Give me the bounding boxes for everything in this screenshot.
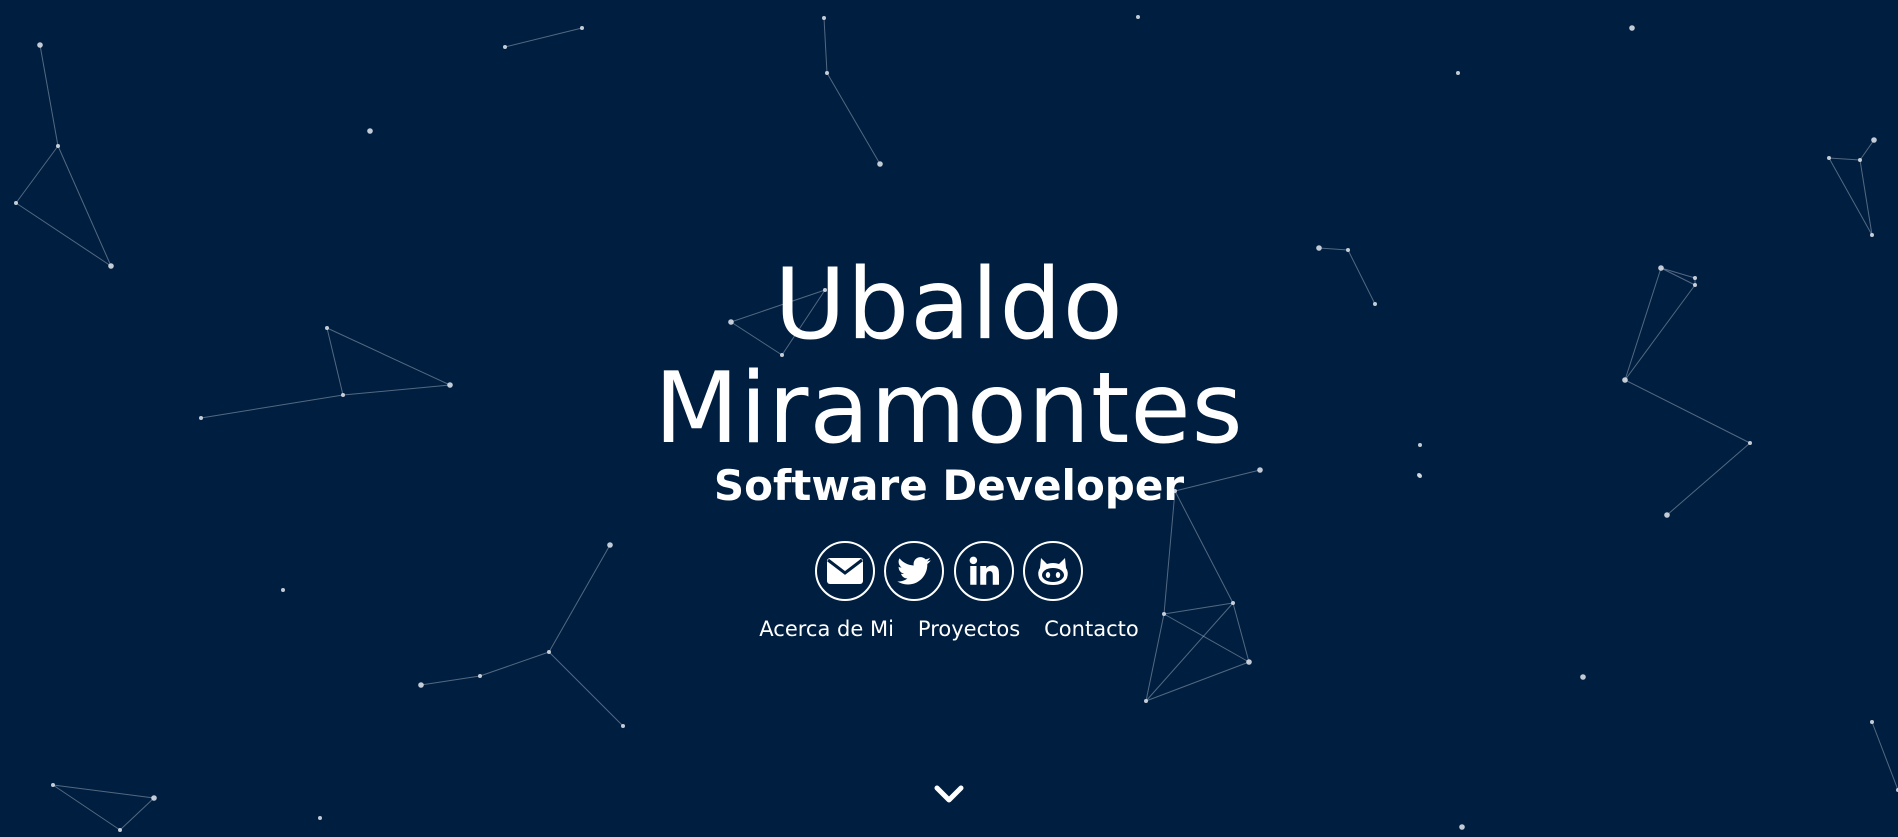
- twitter-icon: [897, 557, 932, 585]
- chevron-down-icon: [934, 785, 964, 803]
- main-nav: Acerca de Mi Proyectos Contacto: [0, 617, 1898, 642]
- github-icon: [1038, 558, 1068, 585]
- scroll-down-button[interactable]: [934, 783, 964, 807]
- github-link[interactable]: [1022, 541, 1083, 601]
- hero: Ubaldo Miramontes Software Developer Ace…: [0, 0, 1898, 837]
- name-first: Ubaldo: [774, 248, 1124, 362]
- social-links: [815, 541, 1083, 601]
- job-title: Software Developer: [713, 461, 1185, 510]
- email-link[interactable]: [815, 541, 875, 601]
- envelope-icon: [827, 558, 863, 584]
- linkedin-icon: [969, 556, 999, 585]
- landing-page: Ubaldo Miramontes Software Developer Ace…: [0, 0, 1898, 837]
- nav-projects[interactable]: Proyectos: [918, 617, 1020, 642]
- name-last: Miramontes: [654, 352, 1244, 466]
- nav-contact[interactable]: Contacto: [1044, 617, 1139, 642]
- nav-about[interactable]: Acerca de Mi: [759, 617, 894, 642]
- linkedin-link[interactable]: [953, 541, 1014, 601]
- twitter-link[interactable]: [884, 541, 945, 601]
